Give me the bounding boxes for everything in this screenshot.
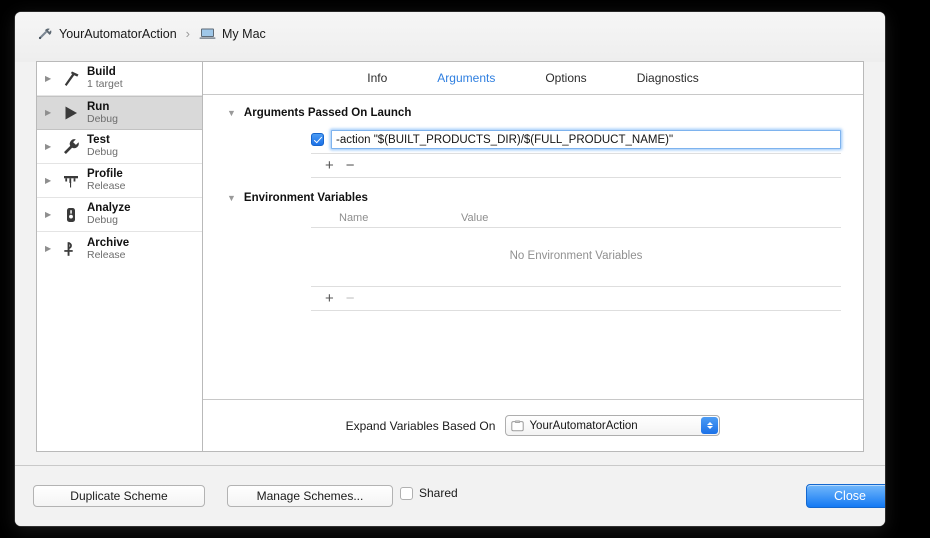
scheme-editor-body: ▶ Build 1 target ▶ Run Debug ▶ Test Debu… [36,61,864,452]
mac-laptop-icon [199,27,216,40]
arguments-add-remove-controls: + − [311,154,841,177]
sidebar-item-profile[interactable]: ▶ Profile Release [37,164,202,198]
environment-empty-message: No Environment Variables [509,250,643,262]
gauge-icon [60,170,82,192]
add-argument-button[interactable]: + [325,158,334,173]
duplicate-scheme-button[interactable]: Duplicate Scheme [33,485,205,507]
breadcrumb-destination-label: My Mac [222,26,266,41]
chevron-down-icon [706,426,713,429]
disclosure-triangle-icon[interactable]: ▶ [45,142,56,151]
scheme-editor-window: YourAutomatorAction › My Mac ▶ Build 1 t… [15,12,885,526]
tab-bar: Info Arguments Options Diagnostics [203,62,863,95]
remove-environment-variable-button: − [345,290,355,307]
window-titlebar: YourAutomatorAction › My Mac [15,12,885,62]
wrench-icon [60,136,82,158]
automator-icon [36,25,53,42]
sidebar-item-subtitle: Debug [87,146,118,159]
arguments-section-title: Arguments Passed On Launch [243,107,412,119]
column-header-value: Value [461,212,489,224]
sidebar-item-subtitle: Release [87,180,126,193]
argument-row[interactable]: -action "$(BUILT_PRODUCTS_DIR)/$(FULL_PR… [311,125,841,153]
environment-add-remove-controls: + − [311,287,841,310]
disclosure-triangle-icon[interactable]: ▶ [45,74,56,83]
arguments-section-header[interactable]: ▼ Arguments Passed On Launch [203,95,863,125]
microscope-icon [60,204,82,226]
environment-section-title: Environment Variables [243,192,368,204]
disclosure-triangle-icon[interactable]: ▶ [45,109,56,117]
hammer-icon [60,68,82,90]
tab-arguments[interactable]: Arguments [433,69,499,87]
disclosure-triangle-icon[interactable]: ▶ [45,210,56,219]
expand-variables-label: Expand Variables Based On [345,418,496,433]
environment-table-header: Name Value [311,210,841,227]
tab-diagnostics[interactable]: Diagnostics [633,69,703,87]
window-bottom-toolbar: Duplicate Scheme Manage Schemes... Share… [15,465,885,526]
column-header-name: Name [339,212,369,224]
remove-argument-button[interactable]: − [346,158,355,173]
disclosure-triangle-down-icon[interactable]: ▼ [227,193,236,203]
disclosure-triangle-down-icon[interactable]: ▼ [227,108,236,118]
breadcrumb-separator: › [185,26,191,41]
sidebar-item-subtitle: Debug [87,214,118,227]
sidebar-item-test[interactable]: ▶ Test Debug [37,130,202,164]
sidebar-item-analyze[interactable]: ▶ Analyze Debug [37,198,202,232]
archive-icon [60,238,82,260]
expand-variables-popup-button[interactable]: YourAutomatorAction [505,415,721,436]
chevron-up-icon [706,422,713,425]
argument-enabled-checkbox[interactable] [311,133,324,146]
scheme-actions-sidebar: ▶ Build 1 target ▶ Run Debug ▶ Test Debu… [37,62,203,451]
sidebar-item-subtitle: 1 target [87,78,123,91]
arguments-list: -action "$(BUILT_PRODUCTS_DIR)/$(FULL_PR… [311,125,841,178]
sidebar-item-title: Run [87,100,110,113]
desktop-background: YourAutomatorAction › My Mac ▶ Build 1 t… [0,0,930,538]
tab-options[interactable]: Options [541,69,590,87]
shared-checkbox[interactable] [400,486,413,500]
play-icon [60,102,82,124]
breadcrumb-scheme-label: YourAutomatorAction [59,26,177,41]
sidebar-item-build[interactable]: ▶ Build 1 target [37,62,202,96]
breadcrumb-destination[interactable]: My Mac [199,27,266,41]
disclosure-triangle-icon[interactable]: ▶ [45,176,56,185]
sidebar-item-archive[interactable]: ▶ Archive Release [37,232,202,266]
sidebar-item-subtitle: Debug [87,112,118,125]
arguments-pane: ▼ Arguments Passed On Launch -action "$(… [203,95,863,410]
add-environment-variable-button[interactable]: + [325,291,334,306]
manage-schemes-button[interactable]: Manage Schemes... [227,485,393,507]
disclosure-triangle-icon[interactable]: ▶ [45,245,56,253]
breadcrumb: YourAutomatorAction › My Mac [36,25,266,42]
environment-controls-divider [311,310,841,311]
environment-section-header[interactable]: ▼ Environment Variables [203,178,863,210]
shared-label: Shared [419,486,458,500]
close-button[interactable]: Close [806,484,885,508]
expand-variables-bar: Expand Variables Based On YourAutomatorA… [203,399,863,451]
sidebar-item-title: Archive [87,236,130,249]
target-folder-icon [511,419,525,432]
argument-value-input[interactable]: -action "$(BUILT_PRODUCTS_DIR)/$(FULL_PR… [331,130,841,149]
detail-pane: Info Arguments Options Diagnostics ▼ Arg… [203,62,863,451]
tab-info[interactable]: Info [363,69,391,87]
popup-stepper-arrows-icon[interactable] [701,417,719,434]
environment-variables-table: Name Value No Environment Variables + − [311,210,841,311]
expand-variables-selected-value: YourAutomatorAction [529,419,638,432]
sidebar-item-run[interactable]: ▶ Run Debug [37,96,202,130]
sidebar-item-subtitle: Release [87,248,126,261]
shared-checkbox-group[interactable]: Shared [400,486,458,500]
breadcrumb-scheme[interactable]: YourAutomatorAction [36,25,177,42]
